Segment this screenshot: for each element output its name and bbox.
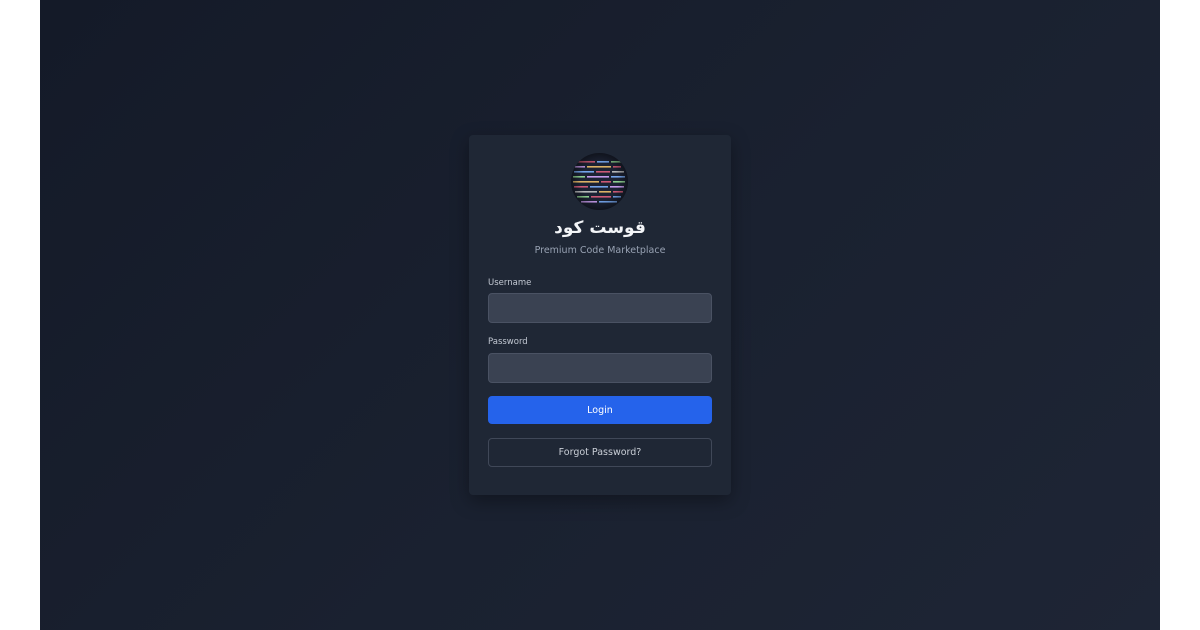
username-label: Username xyxy=(488,278,532,288)
forgot-password-button[interactable]: Forgot Password? xyxy=(488,438,712,467)
brand-subtitle: Premium Code Marketplace xyxy=(534,245,666,256)
code-screen-icon xyxy=(571,153,628,210)
username-input[interactable] xyxy=(488,293,712,323)
login-button[interactable]: Login xyxy=(488,396,712,424)
login-card: قوست كود Premium Code Marketplace Userna… xyxy=(469,135,731,495)
password-label: Password xyxy=(488,337,528,347)
brand-title: قوست كود xyxy=(554,218,646,238)
password-input[interactable] xyxy=(488,353,712,383)
page-background: قوست كود Premium Code Marketplace Userna… xyxy=(40,0,1160,630)
